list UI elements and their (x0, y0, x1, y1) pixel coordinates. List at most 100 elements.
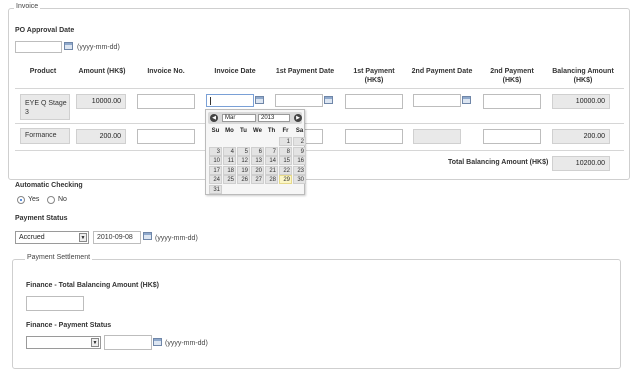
day-cell[interactable]: 2 (293, 137, 306, 146)
product-cell: EYE Q Stage 3 (20, 94, 70, 120)
empty-day-cell (251, 185, 264, 194)
finance-date-input[interactable] (104, 335, 152, 350)
year-select[interactable]: 2013 (258, 114, 290, 122)
day-cell[interactable]: 9 (293, 146, 306, 156)
payment-status-select[interactable]: Accrued ▼ (15, 231, 89, 244)
finance-total-input[interactable] (26, 296, 84, 311)
empty-day-cell (251, 137, 264, 146)
next-month-icon[interactable]: ▶ (294, 114, 302, 122)
invoice-legend: Invoice (14, 3, 41, 10)
payment1-date-input[interactable] (275, 94, 323, 107)
day-cell[interactable]: 16 (293, 156, 306, 165)
chevron-down-icon: ▼ (91, 338, 99, 347)
payment-status-label: Payment Status (15, 215, 68, 222)
balancing-cell: 10000.00 (552, 94, 610, 109)
day-cell[interactable]: 26 (237, 175, 250, 184)
calendar-icon[interactable] (255, 96, 264, 104)
empty-day-cell (223, 137, 236, 146)
day-cell[interactable]: 20 (251, 165, 264, 175)
finance-status-label: Finance - Payment Status (26, 322, 112, 329)
product-cell: Formance (20, 128, 70, 144)
balancing-cell: 200.00 (552, 129, 610, 144)
day-cell[interactable]: 7 (265, 146, 278, 156)
table-divider (15, 123, 624, 124)
day-cell[interactable]: 10 (209, 156, 222, 165)
invoice-date-input[interactable] (206, 94, 254, 107)
day-cell[interactable]: 8 (279, 146, 292, 156)
calendar-icon[interactable] (324, 96, 333, 104)
day-cell[interactable]: 31 (209, 184, 222, 194)
date-format-hint: (yyyy-mm-dd) (155, 235, 198, 242)
automatic-checking-label: Automatic Checking (15, 182, 83, 189)
chevron-down-icon: ▼ (79, 233, 87, 242)
day-cell[interactable]: 12 (237, 156, 250, 165)
day-cell[interactable]: 24 (209, 175, 222, 184)
calendar-icon[interactable] (143, 232, 152, 240)
day-cell[interactable]: 28 (265, 175, 278, 184)
day-cell[interactable]: 17 (209, 165, 222, 175)
calendar-icon[interactable] (153, 338, 162, 346)
day-cell[interactable]: 11 (223, 156, 236, 165)
day-cell[interactable]: 4 (223, 146, 236, 156)
day-cell[interactable]: 29 (279, 175, 292, 184)
payment-status-date-input[interactable]: 2010-09-08 (93, 231, 141, 244)
empty-day-cell (265, 185, 278, 194)
col-header-payment2-date: 2nd Payment Date (411, 68, 473, 75)
payment1-input[interactable] (345, 94, 403, 109)
radio-no-label: No (58, 196, 67, 203)
col-header-balancing: Balancing Amount (HK$) (552, 68, 614, 84)
col-header-product: Product (29, 68, 57, 75)
table-divider (15, 150, 624, 151)
weekday-label: We (253, 128, 262, 134)
day-cell[interactable]: 22 (279, 165, 292, 175)
invoice-no-input[interactable] (137, 129, 195, 144)
date-format-hint: (yyyy-mm-dd) (165, 340, 208, 347)
day-cell[interactable]: 19 (237, 165, 250, 175)
amount-cell: 10000.00 (76, 94, 126, 109)
total-balancing-label: Total Balancing Amount (HK$) (448, 159, 549, 166)
day-cell[interactable]: 3 (209, 146, 222, 156)
payment2-date-input[interactable] (413, 94, 461, 107)
finance-status-select[interactable]: ▼ (26, 336, 101, 349)
day-cell[interactable]: 1 (279, 137, 292, 146)
payment2-input[interactable] (483, 129, 541, 144)
radio-yes[interactable] (17, 196, 25, 204)
day-cell[interactable]: 23 (293, 165, 306, 175)
prev-month-icon[interactable]: ◀ (210, 114, 218, 122)
col-header-payment2: 2nd Payment (HK$) (490, 68, 534, 84)
empty-day-cell (265, 137, 278, 146)
calendar-icon[interactable] (462, 96, 471, 104)
payment2-input[interactable] (483, 94, 541, 109)
day-cell[interactable]: 6 (251, 146, 264, 156)
day-cell[interactable]: 30 (293, 175, 306, 184)
po-approval-label: PO Approval Date (15, 27, 75, 34)
day-cell[interactable]: 25 (223, 175, 236, 184)
invoice-no-input[interactable] (137, 94, 195, 109)
weekday-label: Th (267, 128, 276, 134)
day-cell[interactable]: 5 (237, 146, 250, 156)
text-cursor (210, 97, 211, 105)
weekday-label: Sa (295, 128, 304, 134)
radio-no[interactable] (47, 196, 55, 204)
month-select[interactable]: Mar (222, 114, 256, 122)
calendar-icon[interactable] (64, 42, 73, 50)
total-balancing-value: 10200.00 (552, 156, 610, 171)
payment-settlement-fieldset (12, 259, 621, 369)
day-cell[interactable]: 18 (223, 165, 236, 175)
weekday-label: Mo (225, 128, 234, 134)
empty-day-cell (223, 185, 236, 194)
day-cell[interactable]: 27 (251, 175, 264, 184)
payment1-input[interactable] (345, 129, 403, 144)
col-header-payment1-date: 1st Payment Date (275, 68, 335, 75)
day-cell[interactable]: 14 (265, 156, 278, 165)
po-approval-date-input[interactable] (15, 41, 62, 53)
weekday-label: Su (211, 128, 220, 134)
date-picker-popup: ◀ Mar 2013 ▶ Su Mo Tu We Th Fr Sa 1 2 3 4 5 6 7 8 9 10 11… (205, 109, 306, 195)
col-header-invoice-no: Invoice No. (147, 68, 185, 75)
day-cell[interactable]: 13 (251, 156, 264, 165)
day-cell[interactable]: 15 (279, 156, 292, 165)
payment2-date-input (413, 129, 461, 144)
table-divider (15, 88, 624, 89)
date-picker-header: ◀ Mar 2013 ▶ (208, 112, 302, 124)
day-cell[interactable]: 21 (265, 165, 278, 175)
